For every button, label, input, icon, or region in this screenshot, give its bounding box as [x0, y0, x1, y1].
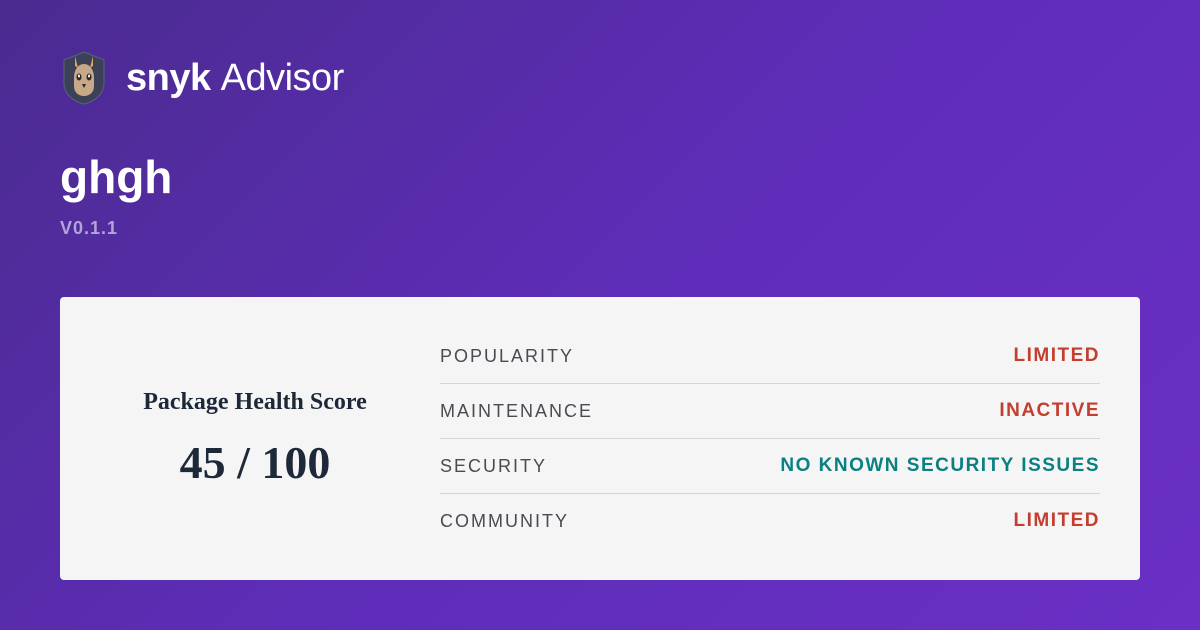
snyk-logo-icon [60, 50, 108, 106]
metric-maintenance: MAINTENANCE INACTIVE [440, 384, 1100, 439]
metric-value: INACTIVE [999, 400, 1100, 422]
metric-value: LIMITED [1014, 345, 1101, 367]
metric-value: LIMITED [1014, 510, 1101, 532]
metric-label: COMMUNITY [440, 511, 569, 532]
metric-community: COMMUNITY LIMITED [440, 494, 1100, 548]
metric-security: SECURITY NO KNOWN SECURITY ISSUES [440, 439, 1100, 494]
brand-product: Advisor [221, 57, 344, 100]
metric-label: POPULARITY [440, 346, 574, 367]
metric-value: NO KNOWN SECURITY ISSUES [780, 455, 1100, 477]
metric-label: MAINTENANCE [440, 401, 593, 422]
header: snyk Advisor [60, 50, 1140, 106]
brand-title: snyk Advisor [126, 57, 344, 100]
package-name: ghgh [60, 150, 1140, 204]
package-version: V0.1.1 [60, 218, 1140, 239]
score-value: 45 / 100 [180, 436, 331, 489]
score-section: Package Health Score 45 / 100 [100, 389, 410, 489]
health-card: Package Health Score 45 / 100 POPULARITY… [60, 297, 1140, 580]
brand-name: snyk [126, 57, 211, 100]
package-info: ghgh V0.1.1 [60, 150, 1140, 239]
metric-popularity: POPULARITY LIMITED [440, 329, 1100, 384]
metrics-list: POPULARITY LIMITED MAINTENANCE INACTIVE … [440, 329, 1100, 548]
metric-label: SECURITY [440, 456, 547, 477]
score-label: Package Health Score [143, 389, 367, 416]
